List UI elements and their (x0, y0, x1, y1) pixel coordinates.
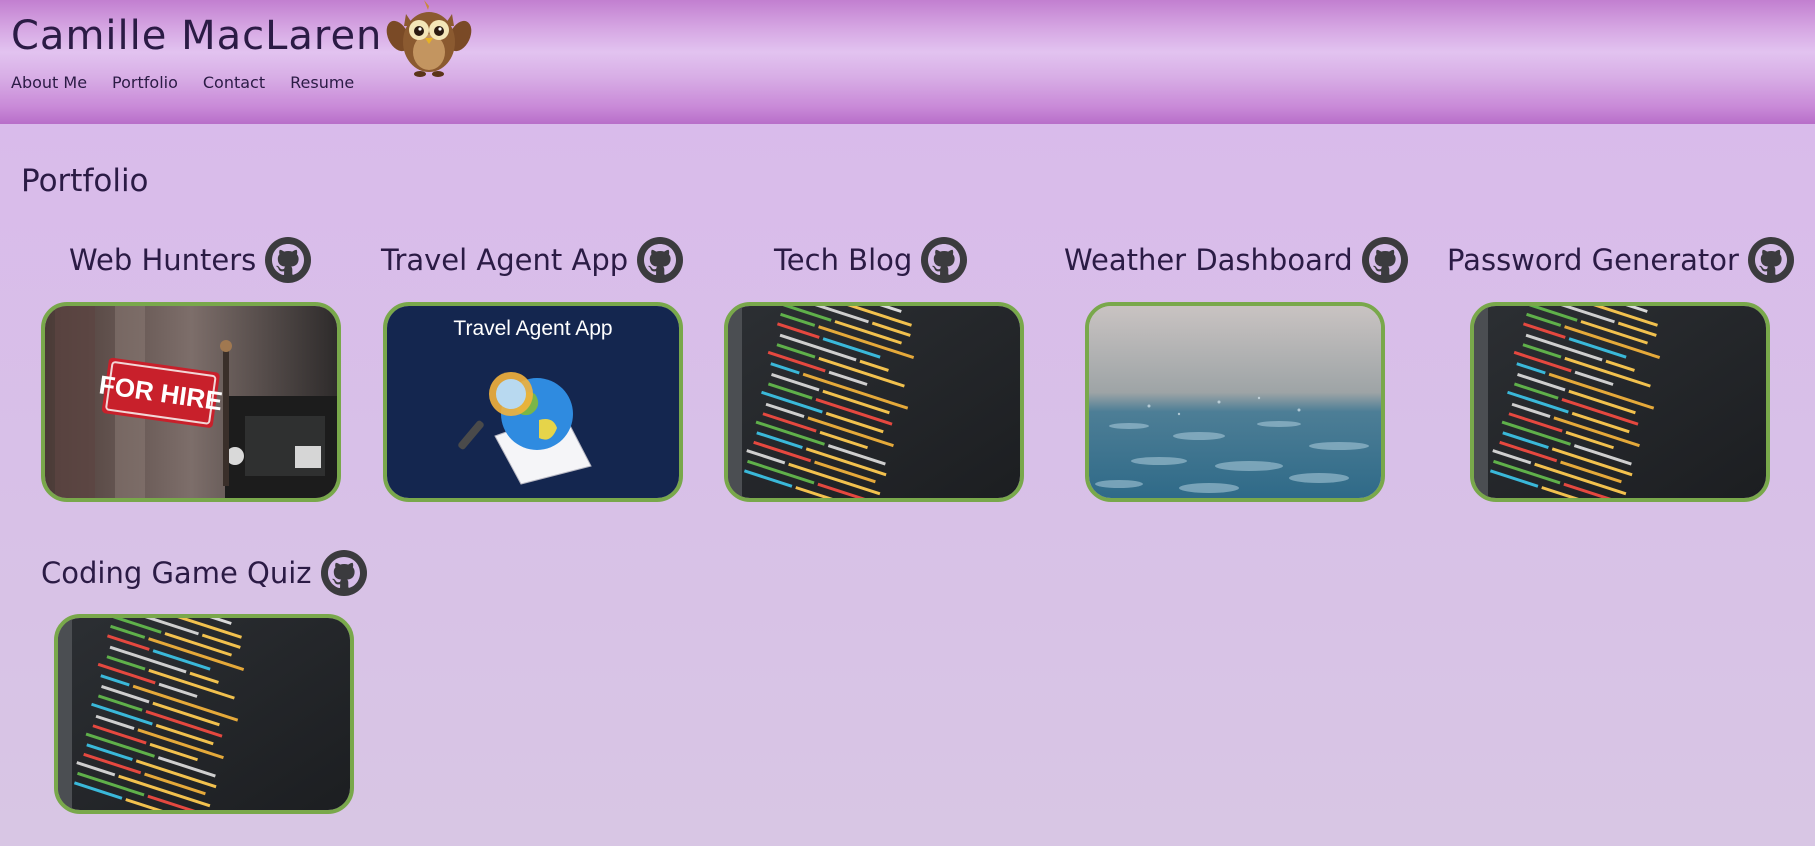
project-header: Weather Dashboard (1064, 235, 1409, 285)
github-icon[interactable] (1361, 236, 1409, 284)
project-thumbnail[interactable]: FOR HIRE (41, 302, 341, 502)
project-title: Coding Game Quiz (41, 556, 312, 590)
github-icon[interactable] (264, 236, 312, 284)
project-thumbnail[interactable] (54, 614, 354, 814)
nav-contact-link[interactable]: Contact (203, 73, 265, 92)
project-thumbnail[interactable] (724, 302, 1024, 502)
project-thumbnail[interactable] (1470, 302, 1770, 502)
for-hire-sign-image: FOR HIRE (45, 306, 337, 498)
rain-on-water-image (1089, 306, 1381, 498)
code-screen-image (1474, 306, 1766, 498)
github-icon[interactable] (920, 236, 968, 284)
project-title: Password Generator (1447, 243, 1739, 277)
travel-agent-image-title: Travel Agent App (453, 317, 612, 340)
project-header: Password Generator (1447, 235, 1795, 285)
project-thumbnail[interactable]: Travel Agent App (383, 302, 683, 502)
code-screen-image (58, 618, 350, 810)
main-nav: About Me Portfolio Contact Resume (11, 73, 379, 92)
github-icon[interactable] (320, 549, 368, 597)
travel-agent-app-image: Travel Agent App (387, 306, 679, 498)
project-header: Coding Game Quiz (41, 548, 368, 598)
nav-resume-link[interactable]: Resume (290, 73, 354, 92)
project-title: Tech Blog (774, 243, 913, 277)
site-title: Camille MacLaren (11, 13, 383, 59)
code-screen-image (728, 306, 1020, 498)
owl-logo-icon (386, 0, 472, 77)
portfolio-heading: Portfolio (21, 163, 149, 199)
project-header: Travel Agent App (381, 235, 684, 285)
project-title: Weather Dashboard (1064, 243, 1353, 277)
project-header: Web Hunters (69, 235, 312, 285)
project-title: Travel Agent App (381, 243, 629, 277)
project-title: Web Hunters (69, 243, 257, 277)
github-icon[interactable] (636, 236, 684, 284)
nav-portfolio-link[interactable]: Portfolio (112, 73, 178, 92)
project-header: Tech Blog (774, 235, 968, 285)
project-thumbnail[interactable] (1085, 302, 1385, 502)
nav-about-me-link[interactable]: About Me (11, 73, 87, 92)
github-icon[interactable] (1747, 236, 1795, 284)
site-header: Camille MacLaren About Me Portfolio Cont… (0, 0, 1815, 124)
